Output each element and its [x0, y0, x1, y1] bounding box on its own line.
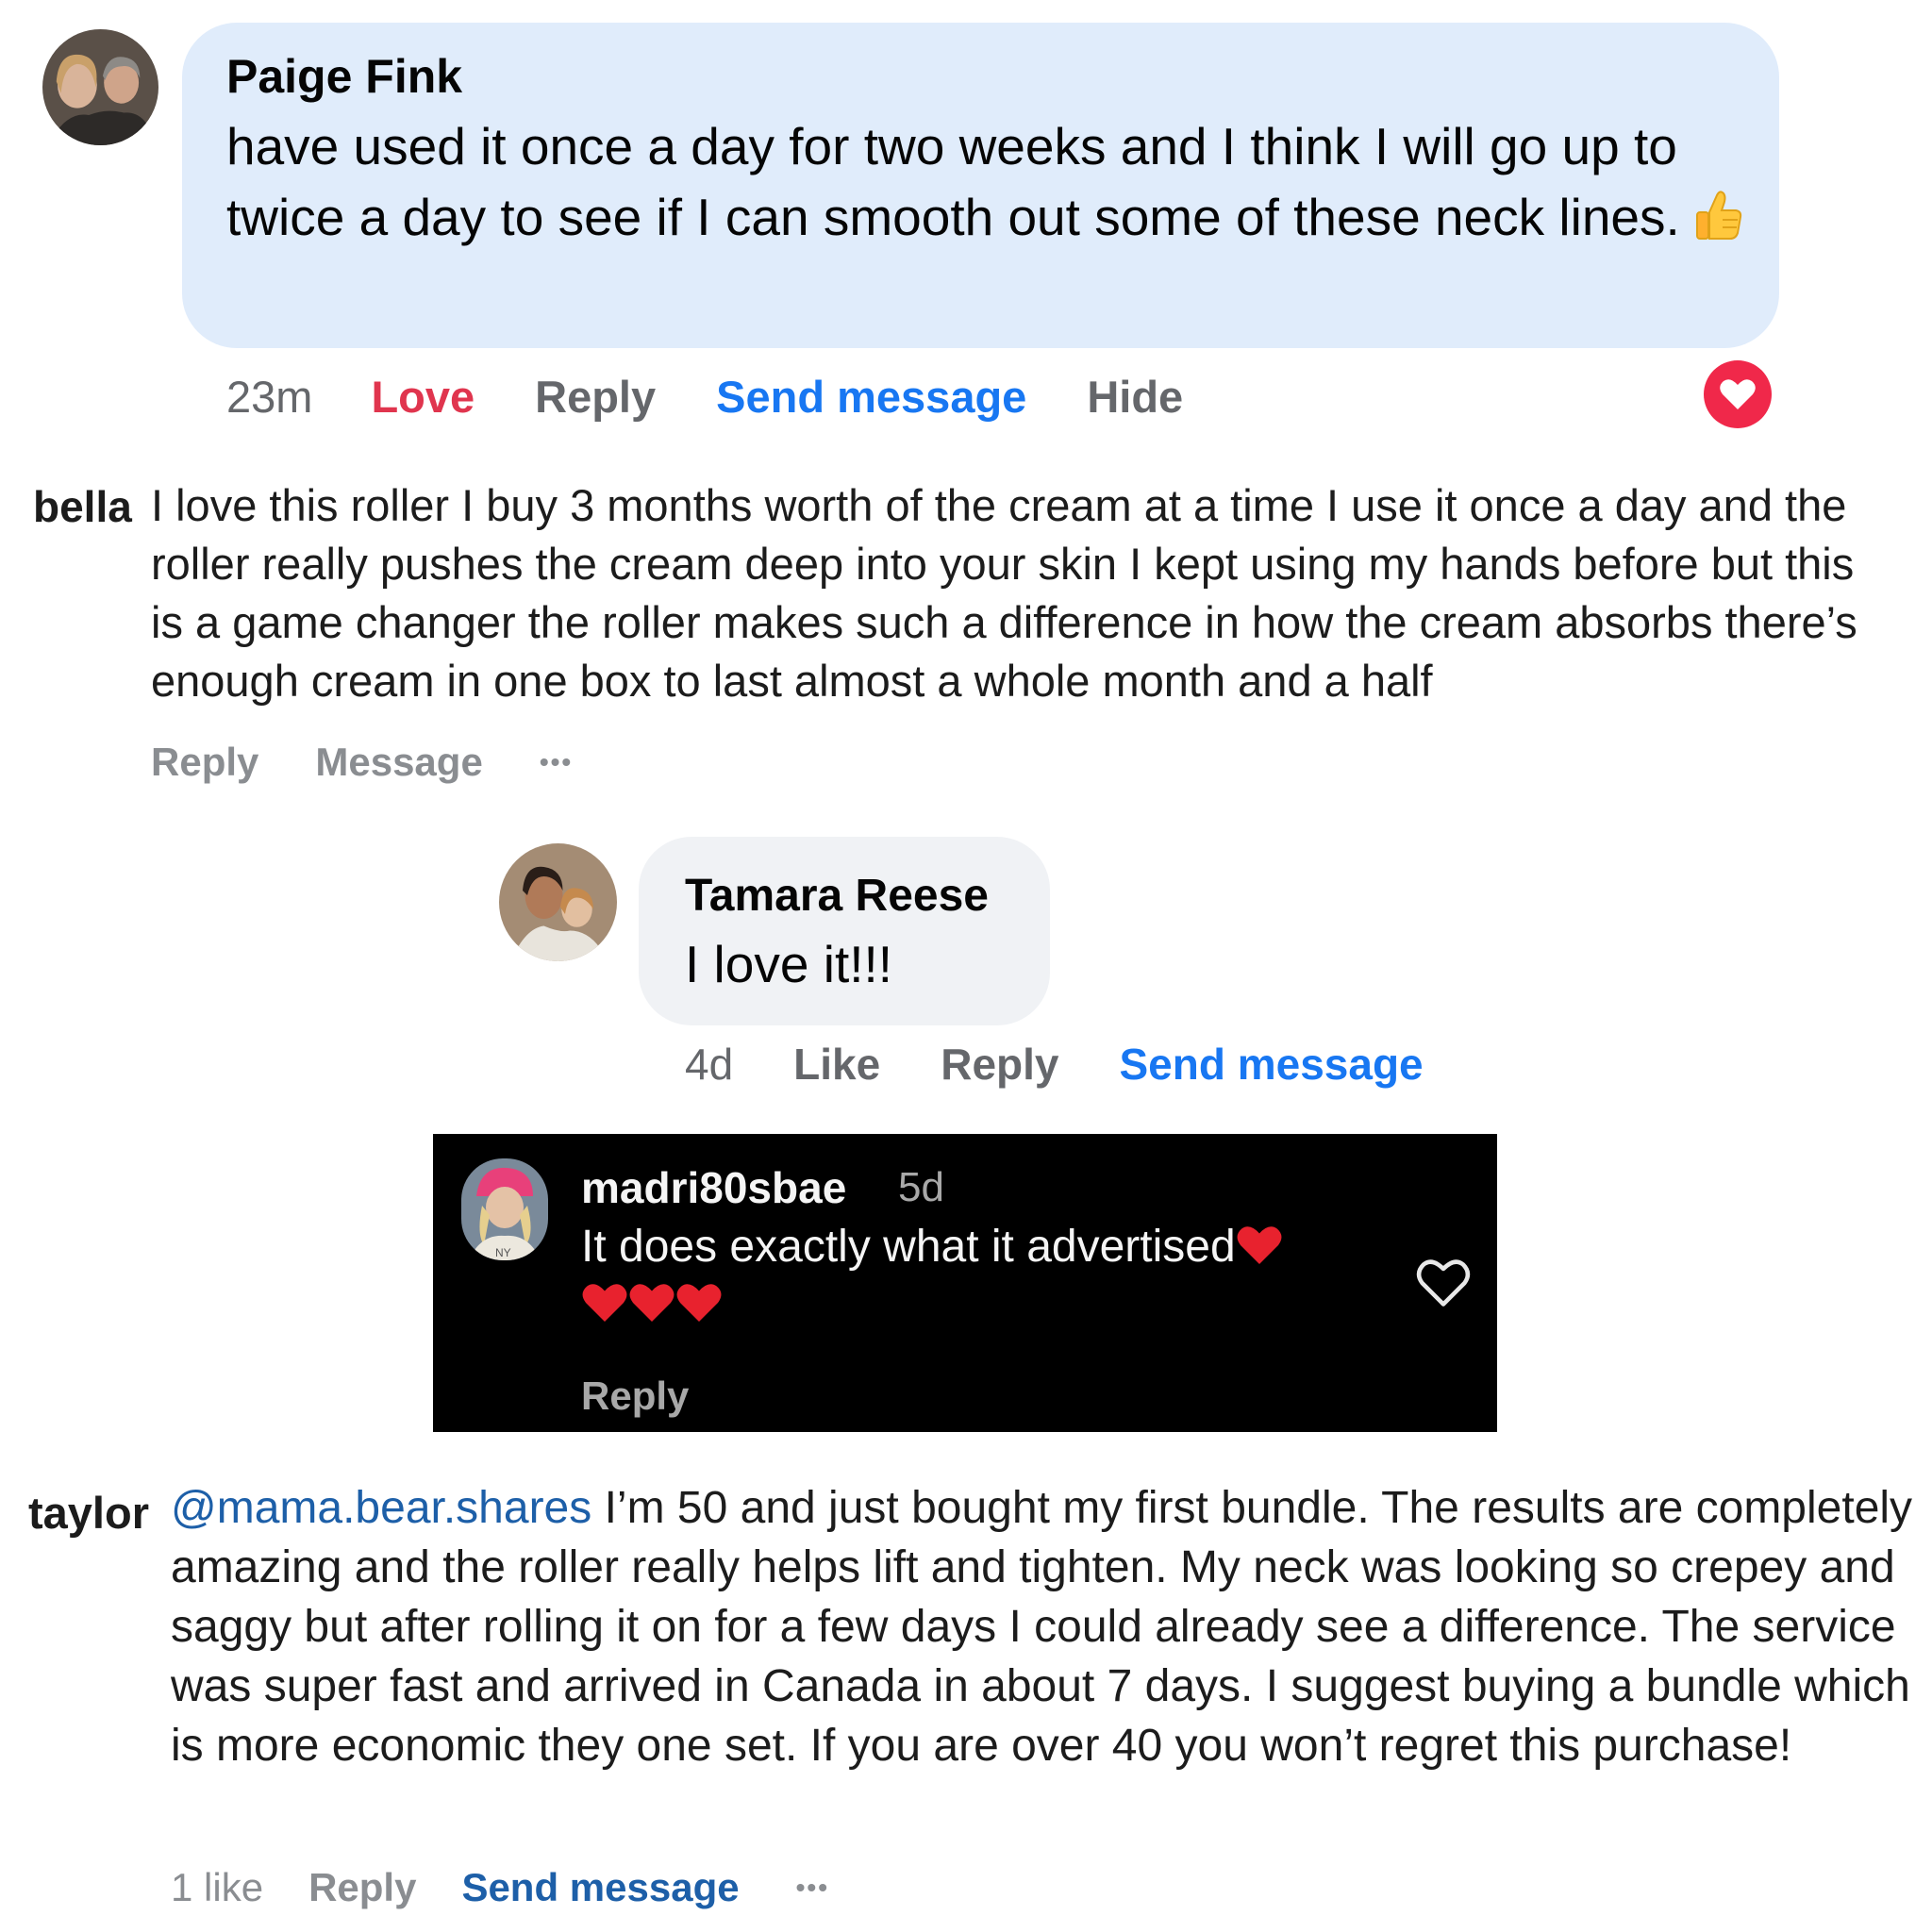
like-count[interactable]: 1 like	[171, 1865, 263, 1910]
svg-text:NY: NY	[495, 1246, 511, 1259]
comment-text: It does exactly what it advertised	[581, 1221, 1283, 1278]
reply-button[interactable]: Reply	[535, 371, 656, 423]
comment-body: have used it once a day for two weeks an…	[226, 117, 1680, 246]
paige-avatar[interactable]	[42, 29, 158, 145]
comment-text: @mama.bear.shares I’m 50 and just bought…	[171, 1478, 1932, 1775]
comment-text: have used it once a day for two weeks an…	[226, 111, 1764, 258]
avatar-photo-icon	[42, 29, 158, 145]
reply-button[interactable]: Reply	[151, 740, 258, 785]
red-heart-icon	[1236, 1224, 1283, 1278]
like-button[interactable]: Like	[793, 1039, 880, 1090]
comment-timestamp[interactable]: 23m	[226, 371, 312, 423]
comment-text: I love this roller I buy 3 months worth …	[151, 480, 1857, 706]
avatar-photo-icon: NY	[461, 1158, 548, 1260]
commenter-name[interactable]: Paige Fink	[226, 49, 462, 104]
comment-timestamp: 5d	[898, 1164, 944, 1210]
more-options-button[interactable]: •••	[796, 1873, 829, 1903]
commenter-name[interactable]: Tamara Reese	[685, 870, 989, 922]
more-options-button[interactable]: •••	[540, 747, 573, 777]
comment-actions: 1 like Reply Send message •••	[171, 1860, 829, 1915]
reply-button[interactable]: Reply	[941, 1039, 1058, 1090]
comment-timestamp[interactable]: 4d	[685, 1039, 733, 1090]
instagram-username[interactable]: madri80sbae	[581, 1162, 846, 1213]
comment-actions: Reply Message •••	[151, 736, 573, 789]
tamara-avatar[interactable]	[499, 843, 617, 961]
comment-actions: 4d Like Reply Send message	[685, 1036, 1424, 1092]
hide-button[interactable]: Hide	[1087, 371, 1183, 423]
comment-bubble	[639, 837, 1050, 1025]
thumbs-up-icon	[1694, 188, 1743, 258]
madri80sbae-avatar[interactable]: NY	[461, 1158, 548, 1260]
red-heart-icon	[628, 1281, 675, 1329]
avatar-photo-icon	[499, 843, 617, 961]
send-message-button[interactable]: Send message	[716, 371, 1026, 423]
comment-actions: 23m Love Reply Send message Hide	[226, 368, 1183, 425]
send-message-button[interactable]: Send message	[461, 1865, 739, 1910]
send-message-button[interactable]: Send message	[1119, 1039, 1423, 1090]
heart-reaction-icon[interactable]	[1704, 360, 1772, 428]
comment-text: I love it!!!	[685, 935, 893, 993]
commenter-name[interactable]: bella	[33, 481, 132, 532]
love-button[interactable]: Love	[371, 371, 475, 423]
reply-button[interactable]: Reply	[581, 1374, 689, 1419]
red-heart-icon	[675, 1281, 723, 1329]
comment-body: It does exactly what it advertised	[581, 1222, 1236, 1272]
message-button[interactable]: Message	[315, 740, 482, 785]
heart-outline-icon[interactable]	[1415, 1257, 1472, 1309]
heart-emoji-row	[581, 1281, 723, 1329]
reply-button[interactable]: Reply	[308, 1865, 416, 1910]
commenter-name[interactable]: taylor	[28, 1487, 149, 1539]
user-mention-link[interactable]: @mama.bear.shares	[171, 1483, 591, 1533]
red-heart-icon	[581, 1281, 628, 1329]
